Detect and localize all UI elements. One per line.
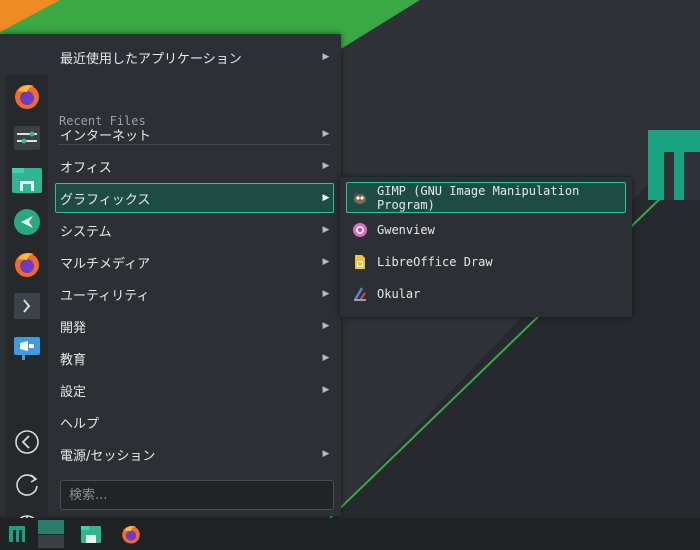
search-input[interactable]: [67, 486, 333, 504]
desktop-icon[interactable]: [38, 518, 64, 550]
manjaro-menu-icon[interactable]: [4, 518, 30, 550]
app-libreoffice-draw[interactable]: LibreOffice Draw: [346, 246, 626, 277]
chevron-right-icon: ▶: [322, 385, 330, 395]
libreoffice-draw-icon: [352, 254, 368, 270]
app-label: Gwenview: [377, 222, 435, 237]
category-internet[interactable]: インターネット ▶: [55, 119, 334, 149]
app-gimp[interactable]: GIMP (GNU Image Manipulation Program): [346, 182, 626, 213]
chevron-right-icon: ▶: [322, 353, 330, 363]
app-label: LibreOffice Draw: [377, 254, 493, 269]
category-office[interactable]: オフィス ▶: [55, 151, 334, 181]
category-label: ユーティリティ: [60, 288, 150, 304]
category-label: 教育: [60, 352, 87, 368]
recent-applications-label: 最近使用したアプリケーション: [60, 51, 242, 67]
back-icon[interactable]: [11, 426, 43, 458]
category-label: 開発: [60, 320, 87, 336]
category-label: グラフィックス: [60, 192, 151, 208]
category-label: システム: [60, 224, 112, 240]
category-multimedia[interactable]: マルチメディア ▶: [55, 247, 334, 277]
chevron-right-icon: ▶: [322, 225, 330, 235]
graphics-submenu: GIMP (GNU Image Manipulation Program) Gw…: [340, 177, 632, 317]
taskbar: [0, 518, 700, 550]
app-label: GIMP (GNU Image Manipulation Program): [377, 183, 580, 212]
app-gwenview[interactable]: Gwenview: [346, 214, 626, 245]
firefox-icon[interactable]: [11, 248, 43, 280]
chevron-right-icon: ▶: [322, 321, 330, 331]
chevron-right-icon: ▶: [322, 257, 330, 267]
file-manager-icon[interactable]: [78, 518, 104, 550]
favorites-bar: [6, 74, 48, 546]
chevron-right-icon: ▶: [322, 129, 330, 139]
file-manager-icon[interactable]: [11, 164, 43, 196]
application-menu: 最近使用したアプリケーション ▶ Recent Files インターネット ▶ …: [0, 34, 341, 546]
firefox-icon[interactable]: [118, 518, 144, 550]
category-utilities[interactable]: ユーティリティ ▶: [55, 279, 334, 309]
manjaro-hello-icon[interactable]: [11, 206, 43, 238]
gwenview-icon: [352, 222, 368, 238]
recent-applications-item[interactable]: 最近使用したアプリケーション ▶: [55, 42, 334, 72]
category-settings[interactable]: 設定 ▶: [55, 375, 334, 405]
firefox-icon[interactable]: [11, 80, 43, 112]
app-label: Okular: [377, 286, 421, 301]
category-label: オフィス: [60, 160, 112, 176]
gimp-icon: [352, 190, 368, 206]
chevron-right-icon: ▶: [322, 52, 330, 62]
category-label: インターネット: [60, 128, 152, 144]
category-label: マルチメディア: [60, 256, 151, 272]
chevron-right-icon: ▶: [322, 193, 330, 203]
chevron-right-icon: ▶: [322, 161, 330, 171]
category-education[interactable]: 教育 ▶: [55, 343, 334, 373]
okular-icon: [352, 286, 368, 302]
category-power-session[interactable]: 電源/セッション ▶: [55, 439, 334, 469]
category-label: 電源/セッション: [60, 448, 156, 464]
terminal-icon[interactable]: [11, 290, 43, 322]
restart-icon[interactable]: [11, 468, 43, 500]
search-box[interactable]: [60, 480, 334, 510]
app-okular[interactable]: Okular: [346, 278, 626, 309]
category-label: ヘルプ: [60, 416, 100, 432]
chevron-right-icon: ▶: [322, 449, 330, 459]
system-settings-icon[interactable]: [11, 122, 43, 154]
category-development[interactable]: 開発 ▶: [55, 311, 334, 341]
category-label: 設定: [60, 384, 87, 400]
category-help[interactable]: ヘルプ: [55, 407, 334, 437]
announcement-icon[interactable]: [11, 332, 43, 364]
chevron-right-icon: ▶: [322, 289, 330, 299]
category-graphics[interactable]: グラフィックス ▶: [55, 183, 334, 213]
category-system[interactable]: システム ▶: [55, 215, 334, 245]
